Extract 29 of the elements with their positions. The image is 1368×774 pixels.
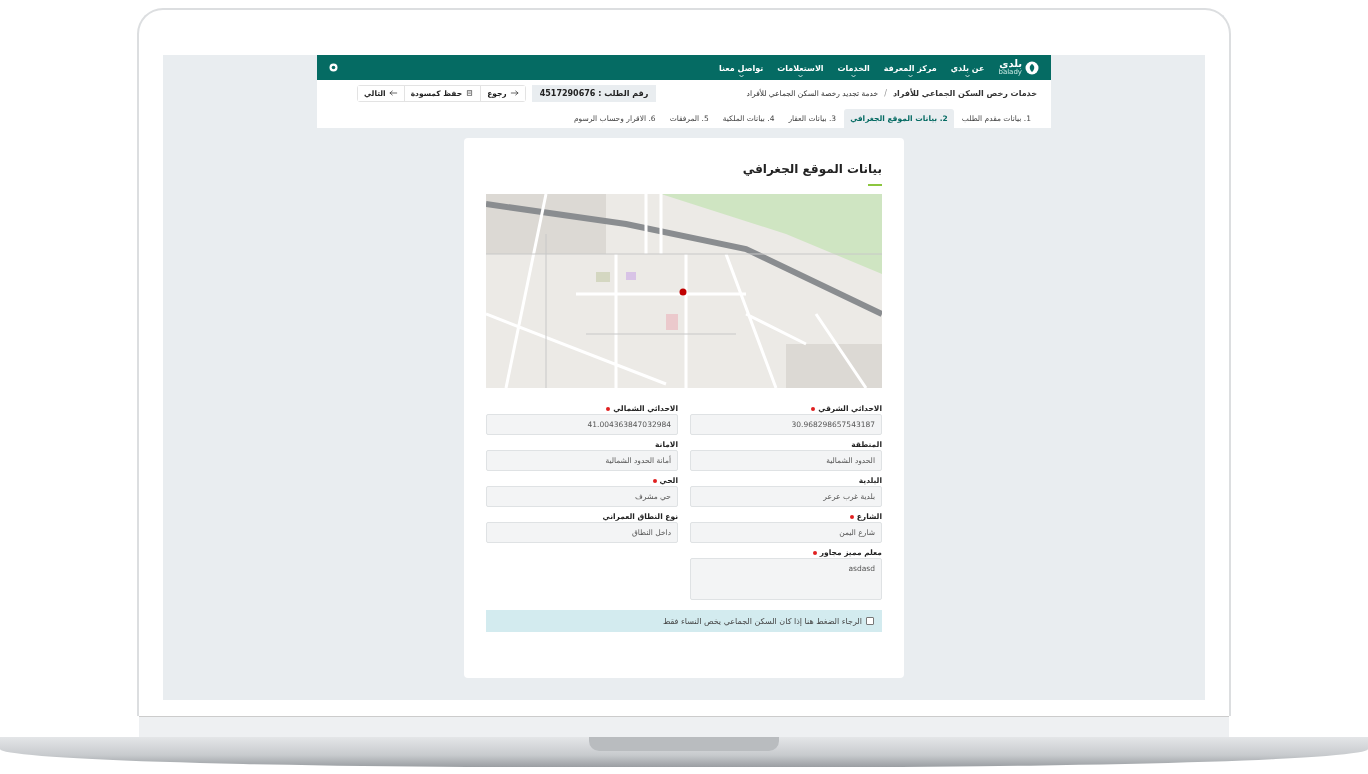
- arrow-icon: [509, 90, 519, 96]
- nav-menu-item[interactable]: الاستعلامات: [777, 57, 824, 78]
- required-mark-icon: [812, 550, 817, 555]
- caret-icon: [907, 73, 913, 78]
- required-mark-icon: [652, 478, 657, 483]
- save-icon: [465, 90, 475, 96]
- caret-icon: [851, 73, 857, 78]
- logo-text: بلدي: [998, 59, 1022, 69]
- breadcrumb-link[interactable]: خدمات رخص السكن الجماعي للأفراد: [892, 88, 1037, 98]
- nav-menu-item[interactable]: عن بلدي: [950, 57, 985, 78]
- required-mark-icon: [811, 406, 816, 411]
- request-number: رقم الطلب : 4517290676: [531, 84, 657, 102]
- nav-menu-item[interactable]: مركز المعرفة: [883, 57, 937, 78]
- required-mark-icon: [606, 406, 611, 411]
- location-pin: [679, 288, 687, 296]
- user-icon[interactable]: [329, 63, 338, 72]
- caret-icon: [965, 73, 971, 78]
- required-mark-icon: [849, 514, 854, 519]
- nav-menu-item[interactable]: تواصل معنا: [719, 57, 764, 78]
- checkbox-label[interactable]: الرجاء الضغط هنا إذا كان السكن الجماعي يخص النساء فقط: [662, 616, 862, 626]
- breadcrumb-separator: /: [884, 88, 887, 98]
- nav-menu-item[interactable]: الخدمات: [837, 57, 870, 78]
- map-drawing[interactable]: [486, 194, 882, 388]
- checkbox[interactable]: [866, 617, 874, 625]
- caret-icon: [738, 73, 744, 78]
- logo-icon[interactable]: [1025, 60, 1039, 75]
- arrow-icon: [388, 90, 398, 96]
- caret-icon: [797, 73, 803, 78]
- section-title: بيانات الموقع الجغرافي: [741, 162, 882, 176]
